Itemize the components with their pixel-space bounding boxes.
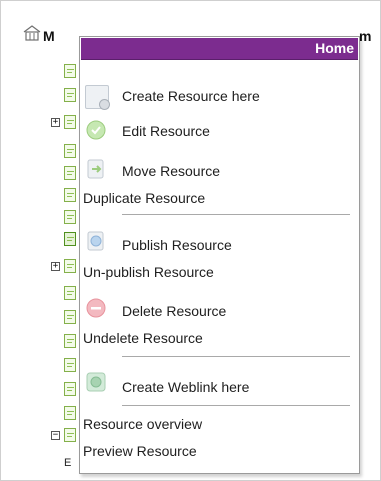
menu-item-label: Publish Resource — [122, 237, 232, 253]
menu-separator — [122, 405, 350, 406]
tree-node-icon[interactable] — [64, 166, 76, 180]
tree-weblink-icon[interactable] — [64, 232, 76, 246]
tree-node-icon[interactable] — [64, 144, 76, 158]
tree-node-icon[interactable] — [64, 188, 76, 202]
menu-item-label: Undelete Resource — [83, 330, 203, 346]
collapse-toggle[interactable]: − — [51, 431, 60, 440]
menu-item-create-resource[interactable]: Create Resource here — [80, 82, 359, 110]
tree-node-icon[interactable] — [64, 310, 76, 324]
menu-item-create-weblink[interactable]: Create Weblink here — [80, 372, 359, 401]
tree-root-title-tail: m — [359, 28, 372, 44]
menu-separator — [122, 214, 350, 215]
site-root-icon[interactable] — [22, 24, 42, 42]
menu-header: Home — [81, 38, 358, 60]
menu-item-move-resource[interactable]: Move Resource — [80, 156, 359, 184]
menu-item-undelete-resource[interactable]: Undelete Resource — [80, 325, 359, 353]
menu-item-label: Un-publish Resource — [83, 264, 214, 280]
menu-item-label: Move Resource — [122, 163, 221, 179]
tree-child-label[interactable]: E — [64, 457, 71, 469]
tree-node-icon[interactable] — [64, 428, 76, 442]
tree-node-icon[interactable] — [64, 382, 76, 396]
menu-item-preview-resource[interactable]: Preview Resource — [80, 438, 359, 466]
tree-root-title[interactable]: M — [43, 28, 55, 44]
tree-node-icon[interactable] — [64, 334, 76, 348]
menu-item-duplicate-resource[interactable]: Duplicate Resource — [80, 185, 359, 213]
menu-item-label: Edit Resource — [122, 123, 210, 139]
menu-item-label: Duplicate Resource — [83, 190, 206, 206]
tree-node-icon[interactable] — [64, 64, 76, 78]
menu-item-resource-overview[interactable]: Resource overview — [80, 411, 359, 439]
menu-item-edit-resource[interactable]: Edit Resource — [80, 117, 359, 145]
context-menu: Home Create Resource here Edit Resource … — [79, 36, 360, 474]
menu-item-label: Create Resource here — [122, 88, 260, 104]
tree-node-icon[interactable] — [64, 358, 76, 372]
menu-item-publish-resource[interactable]: Publish Resource — [80, 231, 359, 259]
expand-toggle[interactable]: + — [51, 118, 60, 127]
tree-node-icon[interactable] — [64, 259, 76, 273]
menu-item-label: Create Weblink here — [122, 379, 250, 395]
tree-node-icon[interactable] — [64, 115, 76, 129]
move-resource-icon — [87, 159, 104, 179]
menu-separator — [122, 356, 350, 357]
menu-item-delete-resource[interactable]: Delete Resource — [80, 297, 359, 325]
expand-toggle[interactable]: + — [51, 262, 60, 271]
menu-item-label: Delete Resource — [122, 303, 227, 319]
create-resource-icon — [85, 85, 110, 110]
edit-resource-icon — [86, 120, 106, 140]
publish-resource-icon — [87, 231, 104, 251]
menu-header-title: Home — [315, 40, 354, 56]
delete-resource-icon — [86, 298, 106, 318]
tree-node-icon[interactable] — [64, 210, 76, 224]
create-weblink-icon — [86, 372, 106, 392]
menu-item-label: Resource overview — [83, 416, 203, 432]
menu-item-unpublish-resource[interactable]: Un-publish Resource — [80, 259, 359, 287]
tree-node-icon[interactable] — [64, 286, 76, 300]
tree-node-icon[interactable] — [64, 406, 76, 420]
tree-node-icon[interactable] — [64, 88, 76, 102]
menu-item-label: Preview Resource — [83, 443, 197, 459]
